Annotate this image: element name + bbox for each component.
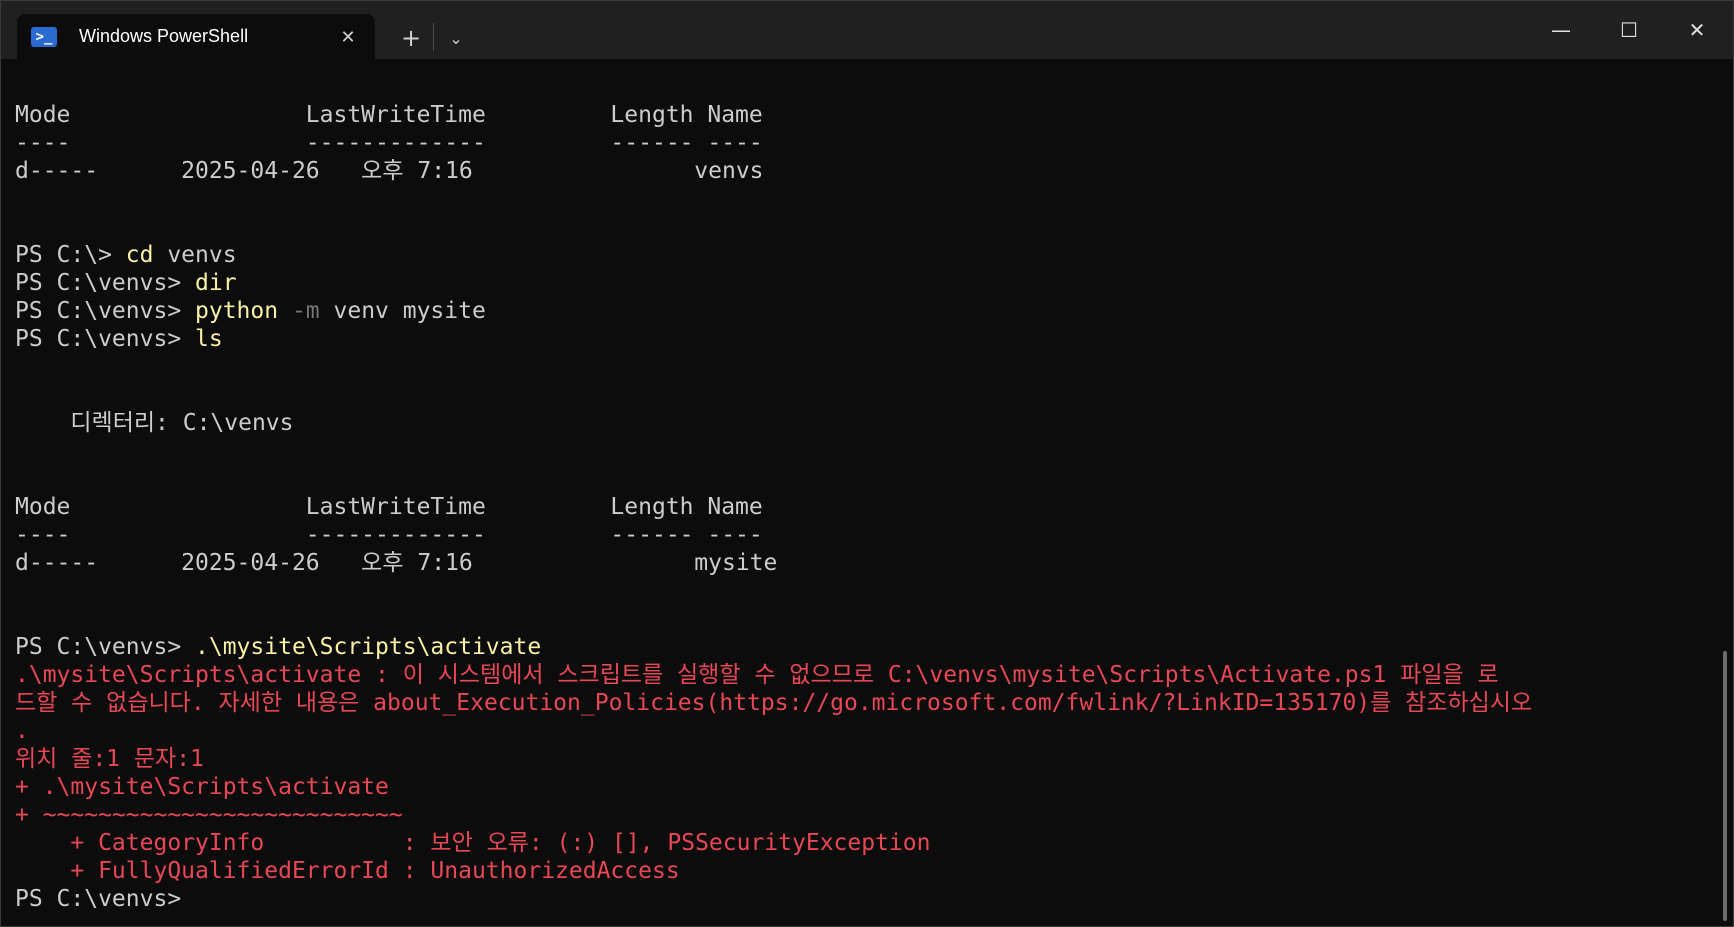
prompt: PS C:\venvs> <box>15 326 196 352</box>
prompt: PS C:\venvs> <box>15 634 196 660</box>
table-header: Mode LastWriteTime Length Name <box>15 102 763 128</box>
tab-divider <box>433 23 434 51</box>
tab-windows-powershell[interactable]: >_ Windows PowerShell ✕ <box>17 14 375 59</box>
terminal-output[interactable]: Mode LastWriteTime Length Name ---- ----… <box>15 101 1709 913</box>
minimize-icon[interactable]: — <box>1527 1 1595 59</box>
prompt: PS C:\venvs> <box>15 270 196 296</box>
command-line: PS C:\venvs> python -m venv mysite <box>15 297 1709 325</box>
new-tab-icon[interactable]: + <box>394 21 428 55</box>
powershell-icon: >_ <box>31 26 57 47</box>
command-line: PS C:\venvs> ls <box>15 325 1709 353</box>
table-header: Mode LastWriteTime Length Name <box>15 494 763 520</box>
command-args: venvs <box>153 242 237 268</box>
error-line: + FullyQualifiedErrorId : UnauthorizedAc… <box>15 858 680 884</box>
command-line: PS C:\> cd venvs <box>15 241 1709 269</box>
command-name: .\mysite\Scripts\activate <box>195 634 542 660</box>
close-tab-icon[interactable]: ✕ <box>333 22 363 52</box>
error-line: 드할 수 없습니다. 자세한 내용은 about_Execution_Polic… <box>15 690 1533 716</box>
command-parameter: -m <box>278 298 320 324</box>
close-window-icon[interactable]: ✕ <box>1663 1 1731 59</box>
command-line: PS C:\venvs> .\mysite\Scripts\activate <box>15 633 1709 661</box>
prompt: PS C:\> <box>15 242 126 268</box>
error-line: .\mysite\Scripts\activate : 이 시스템에서 스크립트… <box>15 662 1499 688</box>
error-line: . <box>15 718 29 744</box>
error-line: 위치 줄:1 문자:1 <box>15 746 204 772</box>
title-bar[interactable]: >_ Windows PowerShell ✕ + ⌄ — ☐ ✕ <box>1 1 1733 59</box>
final-prompt[interactable]: PS C:\venvs> <box>15 885 1709 913</box>
command-name: cd <box>125 242 154 268</box>
command-name: dir <box>195 270 237 296</box>
table-divider: ---- ------------- ------ ---- <box>15 130 763 156</box>
command-line: PS C:\venvs> dir <box>15 269 1709 297</box>
command-name: ls <box>195 326 223 352</box>
error-line: + .\mysite\Scripts\activate <box>15 774 389 800</box>
tab-title: Windows PowerShell <box>79 26 249 46</box>
error-line: + ~~~~~~~~~~~~~~~~~~~~~~~~~~ <box>15 802 403 828</box>
table-row: d----- 2025-04-26 오후 7:16 venvs <box>15 158 764 184</box>
prompt: PS C:\venvs> <box>15 298 196 324</box>
terminal-window: >_ Windows PowerShell ✕ + ⌄ — ☐ ✕ Mode L… <box>0 0 1734 927</box>
command-args: venv mysite <box>319 298 486 324</box>
scrollbar[interactable] <box>1723 651 1727 921</box>
chevron-down-icon[interactable]: ⌄ <box>439 21 473 55</box>
table-divider: ---- ------------- ------ ---- <box>15 522 763 548</box>
directory-line: 디렉터리: C:\venvs <box>15 410 294 436</box>
maximize-icon[interactable]: ☐ <box>1595 1 1663 59</box>
command-name: python <box>195 298 279 324</box>
error-line: + CategoryInfo : 보안 오류: (:) [], PSSecuri… <box>15 830 931 856</box>
table-row: d----- 2025-04-26 오후 7:16 mysite <box>15 550 778 576</box>
